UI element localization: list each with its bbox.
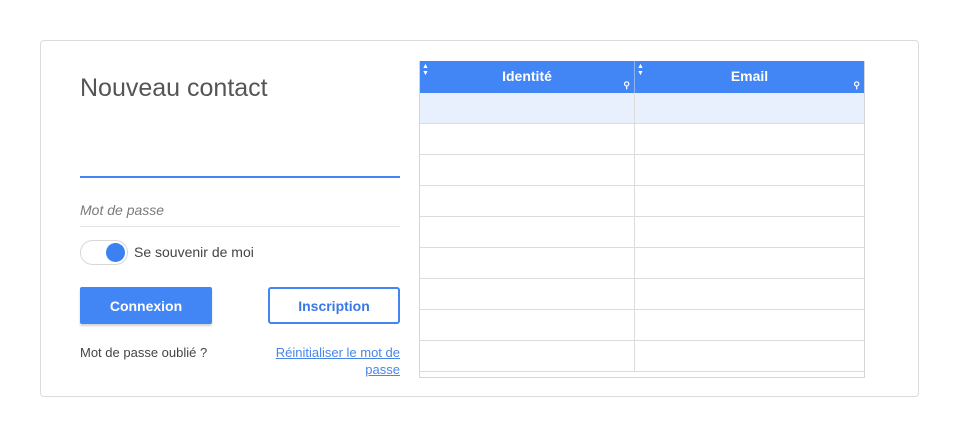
table-cell[interactable] [635, 248, 864, 278]
sort-icon[interactable]: ▲ ▼ [637, 63, 644, 77]
contacts-grid: ▲ ▼ Identité ⚲ ▲ ▼ Email ⚲ [419, 61, 865, 378]
reset-password-link[interactable]: Réinitialiser le mot de passe [260, 344, 400, 378]
page-title: Nouveau contact [80, 74, 268, 102]
table-cell[interactable] [420, 124, 635, 154]
grid-body [420, 93, 864, 372]
table-cell[interactable] [635, 124, 864, 154]
table-row[interactable] [420, 279, 864, 310]
table-row[interactable] [420, 93, 864, 124]
table-cell[interactable] [635, 279, 864, 309]
table-cell[interactable] [635, 93, 864, 123]
signup-button[interactable]: Inscription [268, 287, 400, 324]
login-button[interactable]: Connexion [80, 287, 212, 324]
filter-icon[interactable]: ⚲ [623, 81, 630, 90]
name-input[interactable] [80, 150, 400, 178]
table-row[interactable] [420, 310, 864, 341]
grid-header: ▲ ▼ Identité ⚲ ▲ ▼ Email ⚲ [420, 61, 864, 93]
table-row[interactable] [420, 124, 864, 155]
table-row[interactable] [420, 186, 864, 217]
column-header-identite[interactable]: ▲ ▼ Identité ⚲ [420, 61, 635, 93]
table-cell[interactable] [635, 217, 864, 247]
table-cell[interactable] [635, 186, 864, 216]
table-cell[interactable] [420, 279, 635, 309]
toggle-knob [106, 243, 125, 262]
remember-label: Se souvenir de moi [134, 244, 254, 260]
table-cell[interactable] [635, 310, 864, 340]
forgot-password-text: Mot de passe oublié ? [80, 345, 208, 360]
table-cell[interactable] [420, 155, 635, 185]
remember-toggle[interactable] [80, 240, 128, 265]
table-row[interactable] [420, 217, 864, 248]
table-cell[interactable] [420, 310, 635, 340]
column-header-label: Email [730, 68, 769, 84]
filter-icon[interactable]: ⚲ [853, 81, 860, 90]
column-header-label: Identité [502, 68, 552, 84]
table-row[interactable] [420, 341, 864, 372]
table-row[interactable] [420, 248, 864, 279]
table-cell[interactable] [420, 248, 635, 278]
column-header-email[interactable]: ▲ ▼ Email ⚲ [635, 61, 864, 93]
sort-icon[interactable]: ▲ ▼ [422, 63, 429, 77]
table-row[interactable] [420, 155, 864, 186]
password-input[interactable] [80, 194, 400, 227]
table-cell[interactable] [635, 155, 864, 185]
table-cell[interactable] [420, 341, 635, 371]
table-cell[interactable] [420, 93, 635, 123]
table-cell[interactable] [420, 217, 635, 247]
table-cell[interactable] [420, 186, 635, 216]
table-cell[interactable] [635, 341, 864, 371]
